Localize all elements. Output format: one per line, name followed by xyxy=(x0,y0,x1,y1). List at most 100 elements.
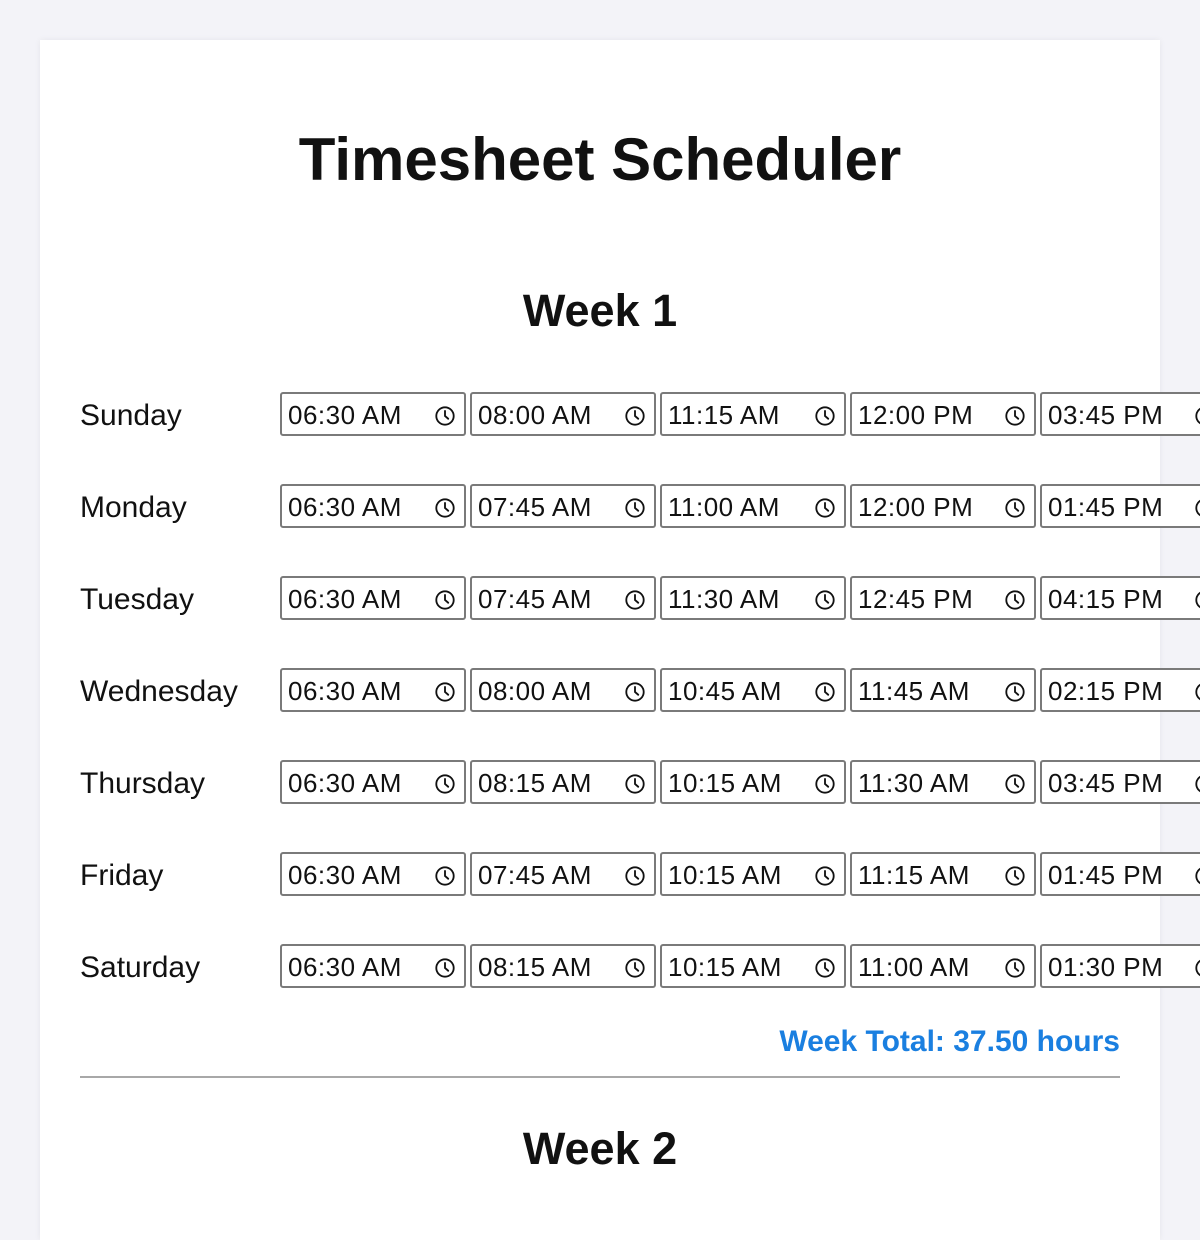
time-value: 03:45 PM xyxy=(1048,768,1164,798)
time-input[interactable]: 12:00 PM xyxy=(850,392,1036,436)
time-input[interactable]: 06:30 AM xyxy=(280,392,466,436)
time-input[interactable]: 02:15 PM xyxy=(1040,668,1200,712)
time-input[interactable]: 11:30 AM xyxy=(660,576,846,620)
time-input[interactable]: 06:30 AM xyxy=(280,760,466,804)
clock-icon[interactable] xyxy=(1004,589,1026,611)
time-value: 01:45 PM xyxy=(1048,492,1164,522)
time-input[interactable]: 08:00 AM xyxy=(470,392,656,436)
time-value: 06:30 AM xyxy=(288,676,402,706)
time-input[interactable]: 08:00 AM xyxy=(470,668,656,712)
time-value: 11:15 AM xyxy=(858,860,970,890)
day-label: Tuesday xyxy=(80,583,194,616)
clock-icon[interactable] xyxy=(814,405,836,427)
time-value: 01:45 PM xyxy=(1048,860,1164,890)
week-total: Week Total: 37.50 hours xyxy=(779,1025,1120,1058)
time-input[interactable]: 12:45 PM xyxy=(850,576,1036,620)
time-input[interactable]: 06:30 AM xyxy=(280,484,466,528)
time-value: 01:30 PM xyxy=(1048,952,1164,982)
clock-icon[interactable] xyxy=(1004,773,1026,795)
clock-icon[interactable] xyxy=(814,957,836,979)
time-input[interactable]: 07:45 AM xyxy=(470,852,656,896)
clock-icon[interactable] xyxy=(434,405,456,427)
clock-icon[interactable] xyxy=(624,957,646,979)
day-row-friday: Friday 06:30 AM 07:45 AM 10:15 AM 11:15 AM 01… xyxy=(80,852,1200,900)
clock-icon[interactable] xyxy=(1004,865,1026,887)
clock-icon[interactable] xyxy=(624,405,646,427)
clock-icon[interactable] xyxy=(814,681,836,703)
page-title: Timesheet Scheduler xyxy=(298,126,902,193)
time-input[interactable]: 11:45 AM xyxy=(850,668,1036,712)
time-value: 06:30 AM xyxy=(288,400,402,430)
clock-icon[interactable] xyxy=(624,773,646,795)
time-input[interactable]: 07:45 AM xyxy=(470,484,656,528)
clock-icon[interactable] xyxy=(1004,497,1026,519)
clock-icon[interactable] xyxy=(434,681,456,703)
time-value: 06:30 AM xyxy=(288,584,402,614)
time-value: 07:45 AM xyxy=(478,492,592,522)
week-1-heading: Week 1 xyxy=(522,285,678,336)
time-input[interactable]: 01:30 PM xyxy=(1040,944,1200,988)
day-label: Friday xyxy=(80,859,164,892)
time-input[interactable]: 07:45 AM xyxy=(470,576,656,620)
time-value: 08:00 AM xyxy=(478,676,592,706)
time-input[interactable]: 11:00 AM xyxy=(660,484,846,528)
clock-icon[interactable] xyxy=(624,865,646,887)
clock-icon[interactable] xyxy=(1004,681,1026,703)
time-input[interactable]: 08:15 AM xyxy=(470,944,656,988)
clock-icon[interactable] xyxy=(434,589,456,611)
time-input[interactable]: 06:30 AM xyxy=(280,668,466,712)
timesheet-card xyxy=(40,40,1160,1240)
time-value: 02:15 PM xyxy=(1048,676,1164,706)
clock-icon[interactable] xyxy=(624,497,646,519)
clock-icon[interactable] xyxy=(434,497,456,519)
time-input[interactable]: 10:45 AM xyxy=(660,668,846,712)
time-input[interactable]: 12:00 PM xyxy=(850,484,1036,528)
time-value: 10:15 AM xyxy=(668,768,782,798)
clock-icon[interactable] xyxy=(434,773,456,795)
time-value: 06:30 AM xyxy=(288,768,402,798)
time-value: 11:00 AM xyxy=(668,492,780,522)
time-input[interactable]: 10:15 AM xyxy=(660,852,846,896)
day-row-tuesday: Tuesday 06:30 AM 07:45 AM 11:30 AM 12:45 PM 0… xyxy=(80,576,1200,624)
time-value: 08:15 AM xyxy=(478,952,592,982)
clock-icon[interactable] xyxy=(1194,773,1200,795)
day-label: Monday xyxy=(80,491,187,524)
clock-icon[interactable] xyxy=(814,773,836,795)
clock-icon[interactable] xyxy=(814,589,836,611)
clock-icon[interactable] xyxy=(1194,957,1200,979)
clock-icon[interactable] xyxy=(1004,957,1026,979)
time-input[interactable]: 08:15 AM xyxy=(470,760,656,804)
time-value: 12:00 PM xyxy=(858,492,974,522)
clock-icon[interactable] xyxy=(1194,589,1200,611)
clock-icon[interactable] xyxy=(814,497,836,519)
time-input[interactable]: 03:45 PM xyxy=(1040,760,1200,804)
clock-icon[interactable] xyxy=(624,589,646,611)
time-input[interactable]: 01:45 PM xyxy=(1040,484,1200,528)
clock-icon[interactable] xyxy=(624,681,646,703)
clock-icon[interactable] xyxy=(434,957,456,979)
time-input[interactable]: 11:30 AM xyxy=(850,760,1036,804)
time-value: 10:15 AM xyxy=(668,952,782,982)
time-value: 06:30 AM xyxy=(288,860,402,890)
time-input[interactable]: 06:30 AM xyxy=(280,576,466,620)
time-input[interactable]: 11:00 AM xyxy=(850,944,1036,988)
time-input[interactable]: 03:45 PM xyxy=(1040,392,1200,436)
clock-icon[interactable] xyxy=(1194,681,1200,703)
time-input[interactable]: 01:45 PM xyxy=(1040,852,1200,896)
clock-icon[interactable] xyxy=(1194,497,1200,519)
time-input[interactable]: 11:15 AM xyxy=(850,852,1036,896)
clock-icon[interactable] xyxy=(434,865,456,887)
time-input[interactable]: 06:30 AM xyxy=(280,944,466,988)
time-input[interactable]: 04:15 PM xyxy=(1040,576,1200,620)
time-input[interactable]: 11:15 AM xyxy=(660,392,846,436)
clock-icon[interactable] xyxy=(1194,865,1200,887)
clock-icon[interactable] xyxy=(814,865,836,887)
time-input[interactable]: 06:30 AM xyxy=(280,852,466,896)
time-input[interactable]: 10:15 AM xyxy=(660,760,846,804)
time-input[interactable]: 10:15 AM xyxy=(660,944,846,988)
day-label: Thursday xyxy=(80,767,206,800)
time-value: 08:00 AM xyxy=(478,400,592,430)
clock-icon[interactable] xyxy=(1004,405,1026,427)
day-row-sunday: Sunday 06:30 AM 08:00 AM 11:15 AM 12:00 PM 03… xyxy=(80,392,1200,440)
clock-icon[interactable] xyxy=(1194,405,1200,427)
